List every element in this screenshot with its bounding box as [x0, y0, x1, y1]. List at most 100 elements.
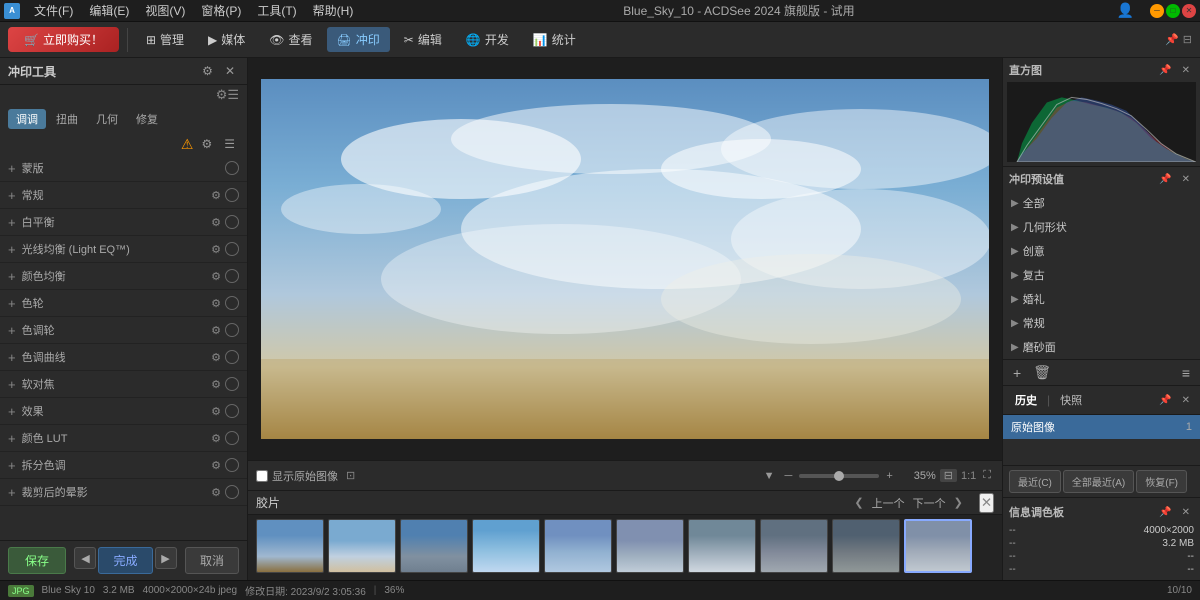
status-tag: JPG: [8, 585, 34, 597]
fullscreen-button[interactable]: ⛶: [980, 469, 994, 482]
menu-view[interactable]: 视图(V): [137, 0, 193, 21]
section-mask[interactable]: +蒙版: [0, 155, 247, 182]
section-soft-focus[interactable]: +软对焦 ⚙: [0, 371, 247, 398]
close-button[interactable]: ✕: [1182, 4, 1196, 18]
thumb-6[interactable]: [616, 519, 684, 573]
quick-tab[interactable]: 快照: [1054, 390, 1088, 410]
window-pin-button[interactable]: 📌: [1165, 33, 1179, 46]
panel-settings-icon[interactable]: ⚙: [198, 62, 217, 80]
tab-adjust[interactable]: 调调: [8, 109, 46, 129]
thumb-2[interactable]: [328, 519, 396, 573]
section-split-tone[interactable]: +拆分色调 ⚙: [0, 452, 247, 479]
preset-retro[interactable]: ▶ 复古: [1003, 263, 1200, 287]
print-button[interactable]: 🖨 冲印: [327, 27, 390, 52]
prev-button[interactable]: ◀: [74, 547, 96, 569]
zoom-out-button[interactable]: ─: [782, 470, 796, 482]
histogram-pin-icon[interactable]: 📌: [1155, 63, 1175, 78]
preset-geometry[interactable]: ▶ 几何形状: [1003, 215, 1200, 239]
cancel-button[interactable]: 取消: [185, 547, 239, 574]
edit-button[interactable]: ✂ 编辑: [394, 27, 452, 52]
tab-distort[interactable]: 扭曲: [48, 109, 86, 129]
section-light-eq[interactable]: +光线均衡 (Light EQ™) ⚙: [0, 236, 247, 263]
stats-button[interactable]: 📊 统计: [523, 27, 586, 52]
presets-pin-icon[interactable]: 📌: [1155, 172, 1175, 187]
preset-wedding[interactable]: ▶ 婚礼: [1003, 287, 1200, 311]
histogram-close-icon[interactable]: ✕: [1178, 63, 1194, 78]
preset-matte[interactable]: ▶ 磨砂面: [1003, 335, 1200, 359]
thumb-9[interactable]: [832, 519, 900, 573]
menu-pane[interactable]: 窗格(P): [193, 0, 249, 21]
section-vignette[interactable]: +裁剪后的晕影 ⚙: [0, 479, 247, 506]
history-close-icon[interactable]: ✕: [1178, 393, 1194, 408]
history-tab[interactable]: 历史: [1009, 390, 1043, 410]
zoom-percentage: 35%: [900, 470, 936, 482]
thumb-8[interactable]: [760, 519, 828, 573]
fit-button[interactable]: ⊟: [940, 469, 957, 482]
delete-preset-icon[interactable]: 🗑: [1029, 362, 1055, 383]
all-recent-button[interactable]: 全部最近(A): [1063, 470, 1134, 493]
show-original-label[interactable]: 显示原始图像: [256, 468, 338, 484]
thumb-3[interactable]: [400, 519, 468, 573]
develop-button[interactable]: 🌐 开发: [456, 27, 519, 52]
preset-creative[interactable]: ▶ 创意: [1003, 239, 1200, 263]
left-panel-title: 冲印工具: [8, 63, 56, 80]
next-link[interactable]: 下一个: [913, 495, 946, 511]
status-file-num: 10/10: [1167, 585, 1192, 596]
thumb-5[interactable]: [544, 519, 612, 573]
section-tone-curve[interactable]: +色调曲线 ⚙: [0, 344, 247, 371]
info-pin-icon[interactable]: 📌: [1155, 505, 1175, 520]
section-color-wheel[interactable]: +色轮 ⚙: [0, 290, 247, 317]
gear-icon[interactable]: ⚙: [216, 87, 228, 103]
tab-repair[interactable]: 修复: [128, 109, 166, 129]
panel-close-icon[interactable]: ✕: [221, 62, 239, 80]
save-button[interactable]: 保存: [8, 547, 66, 574]
show-original-checkbox[interactable]: [256, 470, 268, 482]
section-normal[interactable]: +常规 ⚙: [0, 182, 247, 209]
user-icon[interactable]: 👤: [1117, 2, 1134, 19]
section-tone-wheel[interactable]: +色调轮 ⚙: [0, 317, 247, 344]
menu-edit[interactable]: 编辑(E): [81, 0, 137, 21]
minimize-button[interactable]: ─: [1150, 4, 1164, 18]
section-color-balance[interactable]: +颜色均衡 ⚙: [0, 263, 247, 290]
thumb-10[interactable]: [904, 519, 972, 573]
window-layout-button[interactable]: ⊟: [1183, 33, 1192, 46]
more-preset-icon[interactable]: ≡: [1178, 362, 1194, 383]
preset-all[interactable]: ▶ 全部: [1003, 191, 1200, 215]
section-color-lut[interactable]: +颜色 LUT ⚙: [0, 425, 247, 452]
history-item-original[interactable]: 原始图像 1: [1003, 415, 1200, 439]
buy-button[interactable]: 🛒 立即购买！: [8, 27, 119, 52]
menu-file[interactable]: 文件(F): [26, 0, 81, 21]
thumb-1[interactable]: [256, 519, 324, 573]
preset-normal[interactable]: ▶ 常规: [1003, 311, 1200, 335]
list-icon[interactable]: ☰: [227, 87, 239, 103]
tab-geometry[interactable]: 几何: [88, 109, 126, 129]
manage-button[interactable]: ⊞ 管理: [136, 27, 194, 52]
warning-settings-icon[interactable]: ⚙: [197, 135, 216, 153]
view-button[interactable]: 👁 查看: [259, 27, 322, 52]
warning-list-icon[interactable]: ☰: [220, 135, 239, 153]
prev-link[interactable]: 上一个: [872, 495, 905, 511]
filmstrip-close-button[interactable]: ✕: [979, 493, 994, 513]
zoom-in-button[interactable]: +: [883, 470, 895, 482]
center-area: 显示原始图像 ⊡ ▼ ─ + 35% ⊟ 1:1 ⛶ 胶片 ❮: [248, 58, 1002, 580]
history-pin-icon[interactable]: 📌: [1155, 393, 1175, 408]
zoom-slider[interactable]: [799, 474, 879, 478]
menu-tools[interactable]: 工具(T): [249, 0, 304, 21]
menu-help[interactable]: 帮助(H): [305, 0, 362, 21]
add-preset-icon[interactable]: +: [1009, 362, 1025, 383]
history-item-text: 原始图像: [1011, 419, 1055, 435]
maximize-button[interactable]: □: [1166, 4, 1180, 18]
info-close-icon[interactable]: ✕: [1178, 505, 1194, 520]
section-effects[interactable]: +效果 ⚙: [0, 398, 247, 425]
thumb-7[interactable]: [688, 519, 756, 573]
recent-button[interactable]: 最近(C): [1009, 470, 1061, 493]
presets-close-icon[interactable]: ✕: [1178, 172, 1194, 187]
media-button[interactable]: ▶ 媒体: [198, 27, 255, 52]
zoom-menu-icon[interactable]: ▼: [761, 470, 778, 482]
restore-button[interactable]: 恢复(F): [1136, 470, 1187, 493]
section-white-balance[interactable]: +白平衡 ⚙: [0, 209, 247, 236]
thumb-4[interactable]: [472, 519, 540, 573]
next-button[interactable]: ▶: [155, 547, 177, 569]
filmstrip: 胶片 ❮ 上一个 下一个 ❯ ✕: [248, 490, 1002, 580]
complete-button[interactable]: 完成: [98, 547, 152, 574]
